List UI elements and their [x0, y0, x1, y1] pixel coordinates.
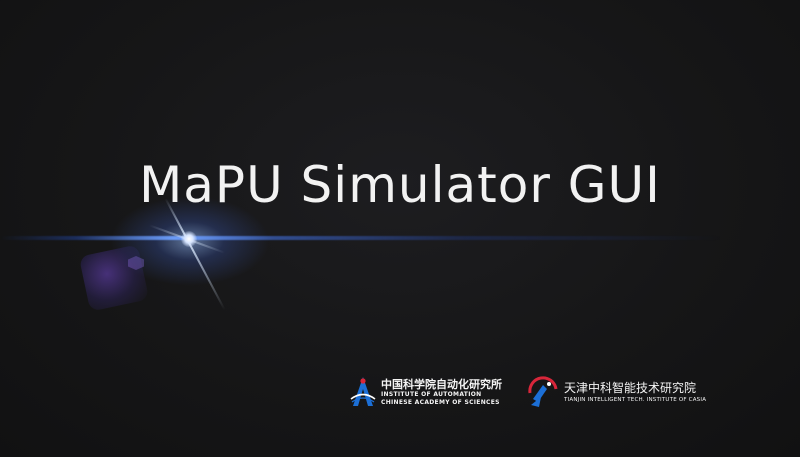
casia-logo: 中国科学院自动化研究所 INSTITUTE OF AUTOMATION CHIN… [350, 375, 502, 409]
tianjin-name-cn: 天津中科智能技术研究院 [564, 380, 697, 395]
splash-screen: MaPU Simulator GUI 中国科学院自动化研究所 INSTITUTE… [0, 0, 800, 457]
tianjin-casia-emblem-icon [528, 376, 558, 407]
app-title: MaPU Simulator GUI [139, 156, 661, 214]
casia-emblem-icon [350, 377, 376, 406]
casia-name-cn: 中国科学院自动化研究所 [381, 377, 502, 391]
lens-flare-streak [0, 236, 760, 240]
lens-flare-core [181, 231, 197, 247]
casia-name-en-line1: INSTITUTE OF AUTOMATION [381, 390, 482, 398]
tianjin-name-block: 天津中科智能技术研究院 TIANJIN INTELLIGENT TECH. IN… [564, 381, 706, 404]
tianjin-name-en: TIANJIN INTELLIGENT TECH. INSTITUTE OF C… [564, 396, 707, 403]
casia-name-block: 中国科学院自动化研究所 INSTITUTE OF AUTOMATION CHIN… [381, 378, 502, 407]
tianjin-logo: 天津中科智能技术研究院 TIANJIN INTELLIGENT TECH. IN… [527, 375, 706, 409]
casia-name-en-line2: CHINESE ACADEMY OF SCIENCES [381, 398, 500, 406]
